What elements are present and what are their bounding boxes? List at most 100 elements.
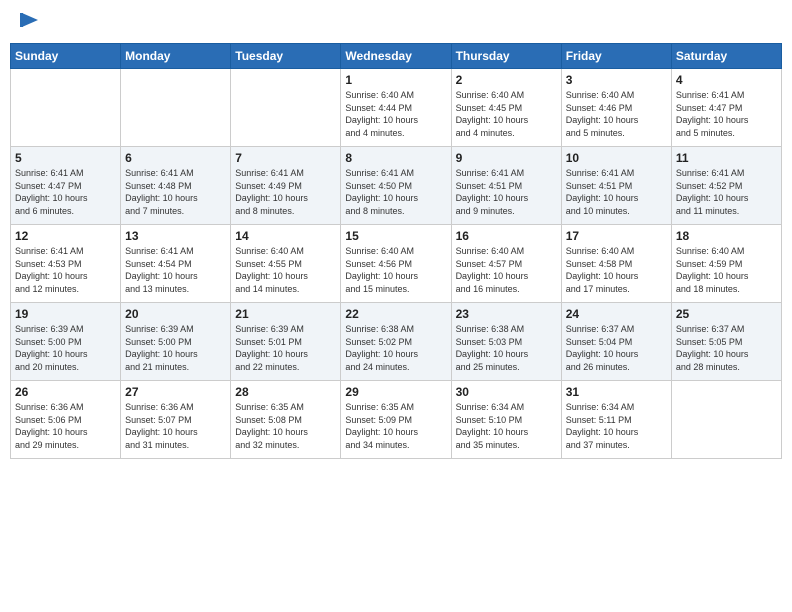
day-number: 29 bbox=[345, 385, 446, 399]
day-number: 8 bbox=[345, 151, 446, 165]
page: SundayMondayTuesdayWednesdayThursdayFrid… bbox=[0, 0, 792, 612]
day-cell: 31 Sunrise: 6:34 AM Sunset: 5:11 PM Dayli… bbox=[561, 381, 671, 459]
day-number: 2 bbox=[456, 73, 557, 87]
week-row-3: 12 Sunrise: 6:41 AM Sunset: 4:53 PM Dayli… bbox=[11, 225, 782, 303]
day-cell: 20 Sunrise: 6:39 AM Sunset: 5:00 PM Dayli… bbox=[121, 303, 231, 381]
day-cell: 18 Sunrise: 6:40 AM Sunset: 4:59 PM Dayli… bbox=[671, 225, 781, 303]
day-number: 10 bbox=[566, 151, 667, 165]
day-number: 7 bbox=[235, 151, 336, 165]
day-info: Sunrise: 6:41 AM Sunset: 4:49 PM Dayligh… bbox=[235, 167, 336, 217]
week-row-1: 1 Sunrise: 6:40 AM Sunset: 4:44 PM Daylig… bbox=[11, 69, 782, 147]
day-number: 22 bbox=[345, 307, 446, 321]
day-cell bbox=[671, 381, 781, 459]
day-cell: 25 Sunrise: 6:37 AM Sunset: 5:05 PM Dayli… bbox=[671, 303, 781, 381]
day-info: Sunrise: 6:41 AM Sunset: 4:52 PM Dayligh… bbox=[676, 167, 777, 217]
day-info: Sunrise: 6:40 AM Sunset: 4:45 PM Dayligh… bbox=[456, 89, 557, 139]
day-cell: 21Sunrise: 6:39 AM Sunset: 5:01 PM Dayli… bbox=[231, 303, 341, 381]
day-number: 12 bbox=[15, 229, 116, 243]
day-info: Sunrise: 6:34 AM Sunset: 5:10 PM Dayligh… bbox=[456, 401, 557, 451]
day-cell: 11 Sunrise: 6:41 AM Sunset: 4:52 PM Dayli… bbox=[671, 147, 781, 225]
day-number: 27 bbox=[125, 385, 226, 399]
day-number: 31 bbox=[566, 385, 667, 399]
day-cell: 14 Sunrise: 6:40 AM Sunset: 4:55 PM Dayli… bbox=[231, 225, 341, 303]
day-cell: 19Sunrise: 6:39 AM Sunset: 5:00 PM Dayli… bbox=[11, 303, 121, 381]
weekday-header-friday: Friday bbox=[561, 44, 671, 69]
day-cell: 16Sunrise: 6:40 AM Sunset: 4:57 PM Dayli… bbox=[451, 225, 561, 303]
day-cell: 23Sunrise: 6:38 AM Sunset: 5:03 PM Dayli… bbox=[451, 303, 561, 381]
day-cell: 12 Sunrise: 6:41 AM Sunset: 4:53 PM Dayli… bbox=[11, 225, 121, 303]
day-cell: 1 Sunrise: 6:40 AM Sunset: 4:44 PM Daylig… bbox=[341, 69, 451, 147]
day-number: 20 bbox=[125, 307, 226, 321]
day-info: Sunrise: 6:38 AM Sunset: 5:03 PM Dayligh… bbox=[456, 323, 557, 373]
day-number: 25 bbox=[676, 307, 777, 321]
day-info: Sunrise: 6:36 AM Sunset: 5:07 PM Dayligh… bbox=[125, 401, 226, 451]
weekday-header-saturday: Saturday bbox=[671, 44, 781, 69]
logo bbox=[16, 10, 40, 37]
day-cell bbox=[121, 69, 231, 147]
day-info: Sunrise: 6:40 AM Sunset: 4:46 PM Dayligh… bbox=[566, 89, 667, 139]
day-number: 5 bbox=[15, 151, 116, 165]
logo-text-block bbox=[16, 10, 40, 37]
day-info: Sunrise: 6:41 AM Sunset: 4:51 PM Dayligh… bbox=[456, 167, 557, 217]
day-number: 13 bbox=[125, 229, 226, 243]
day-number: 28 bbox=[235, 385, 336, 399]
day-info: Sunrise: 6:36 AM Sunset: 5:06 PM Dayligh… bbox=[15, 401, 116, 451]
weekday-header-tuesday: Tuesday bbox=[231, 44, 341, 69]
day-cell: 3 Sunrise: 6:40 AM Sunset: 4:46 PM Daylig… bbox=[561, 69, 671, 147]
day-info: Sunrise: 6:35 AM Sunset: 5:08 PM Dayligh… bbox=[235, 401, 336, 451]
day-number: 18 bbox=[676, 229, 777, 243]
day-cell: 5 Sunrise: 6:41 AM Sunset: 4:47 PM Daylig… bbox=[11, 147, 121, 225]
day-info: Sunrise: 6:40 AM Sunset: 4:55 PM Dayligh… bbox=[235, 245, 336, 295]
day-info: Sunrise: 6:41 AM Sunset: 4:47 PM Dayligh… bbox=[676, 89, 777, 139]
day-cell: 9 Sunrise: 6:41 AM Sunset: 4:51 PM Daylig… bbox=[451, 147, 561, 225]
day-info: Sunrise: 6:39 AM Sunset: 5:00 PM Dayligh… bbox=[125, 323, 226, 373]
day-info: Sunrise: 6:39 AM Sunset: 5:00 PM Dayligh… bbox=[15, 323, 116, 373]
day-info: Sunrise: 6:41 AM Sunset: 4:50 PM Dayligh… bbox=[345, 167, 446, 217]
day-cell bbox=[231, 69, 341, 147]
day-number: 30 bbox=[456, 385, 557, 399]
weekday-header-row: SundayMondayTuesdayWednesdayThursdayFrid… bbox=[11, 44, 782, 69]
day-info: Sunrise: 6:40 AM Sunset: 4:44 PM Dayligh… bbox=[345, 89, 446, 139]
day-cell: 24 Sunrise: 6:37 AM Sunset: 5:04 PM Dayli… bbox=[561, 303, 671, 381]
day-info: Sunrise: 6:41 AM Sunset: 4:53 PM Dayligh… bbox=[15, 245, 116, 295]
day-number: 4 bbox=[676, 73, 777, 87]
day-number: 11 bbox=[676, 151, 777, 165]
day-cell: 7 Sunrise: 6:41 AM Sunset: 4:49 PM Daylig… bbox=[231, 147, 341, 225]
day-info: Sunrise: 6:40 AM Sunset: 4:58 PM Dayligh… bbox=[566, 245, 667, 295]
day-info: Sunrise: 6:40 AM Sunset: 4:56 PM Dayligh… bbox=[345, 245, 446, 295]
day-cell: 27 Sunrise: 6:36 AM Sunset: 5:07 PM Dayli… bbox=[121, 381, 231, 459]
day-info: Sunrise: 6:40 AM Sunset: 4:57 PM Dayligh… bbox=[456, 245, 557, 295]
day-info: Sunrise: 6:41 AM Sunset: 4:47 PM Dayligh… bbox=[15, 167, 116, 217]
day-cell: 30 Sunrise: 6:34 AM Sunset: 5:10 PM Dayli… bbox=[451, 381, 561, 459]
day-info: Sunrise: 6:35 AM Sunset: 5:09 PM Dayligh… bbox=[345, 401, 446, 451]
weekday-header-thursday: Thursday bbox=[451, 44, 561, 69]
day-number: 3 bbox=[566, 73, 667, 87]
weekday-header-monday: Monday bbox=[121, 44, 231, 69]
day-info: Sunrise: 6:34 AM Sunset: 5:11 PM Dayligh… bbox=[566, 401, 667, 451]
day-info: Sunrise: 6:41 AM Sunset: 4:48 PM Dayligh… bbox=[125, 167, 226, 217]
day-number: 26 bbox=[15, 385, 116, 399]
weekday-header-wednesday: Wednesday bbox=[341, 44, 451, 69]
day-cell: 2 Sunrise: 6:40 AM Sunset: 4:45 PM Daylig… bbox=[451, 69, 561, 147]
day-cell: 22 Sunrise: 6:38 AM Sunset: 5:02 PM Dayli… bbox=[341, 303, 451, 381]
day-info: Sunrise: 6:41 AM Sunset: 4:54 PM Dayligh… bbox=[125, 245, 226, 295]
day-info: Sunrise: 6:37 AM Sunset: 5:04 PM Dayligh… bbox=[566, 323, 667, 373]
header bbox=[0, 0, 792, 43]
day-number: 9 bbox=[456, 151, 557, 165]
week-row-5: 26 Sunrise: 6:36 AM Sunset: 5:06 PM Dayli… bbox=[11, 381, 782, 459]
weekday-header-sunday: Sunday bbox=[11, 44, 121, 69]
day-number: 15 bbox=[345, 229, 446, 243]
day-info: Sunrise: 6:40 AM Sunset: 4:59 PM Dayligh… bbox=[676, 245, 777, 295]
calendar-table: SundayMondayTuesdayWednesdayThursdayFrid… bbox=[10, 43, 782, 459]
week-row-4: 19Sunrise: 6:39 AM Sunset: 5:00 PM Dayli… bbox=[11, 303, 782, 381]
day-number: 21 bbox=[235, 307, 336, 321]
day-cell: 26 Sunrise: 6:36 AM Sunset: 5:06 PM Dayli… bbox=[11, 381, 121, 459]
day-cell: 10 Sunrise: 6:41 AM Sunset: 4:51 PM Dayli… bbox=[561, 147, 671, 225]
day-cell: 6Sunrise: 6:41 AM Sunset: 4:48 PM Daylig… bbox=[121, 147, 231, 225]
day-info: Sunrise: 6:41 AM Sunset: 4:51 PM Dayligh… bbox=[566, 167, 667, 217]
day-info: Sunrise: 6:37 AM Sunset: 5:05 PM Dayligh… bbox=[676, 323, 777, 373]
day-number: 14 bbox=[235, 229, 336, 243]
day-number: 24 bbox=[566, 307, 667, 321]
day-number: 1 bbox=[345, 73, 446, 87]
day-info: Sunrise: 6:38 AM Sunset: 5:02 PM Dayligh… bbox=[345, 323, 446, 373]
